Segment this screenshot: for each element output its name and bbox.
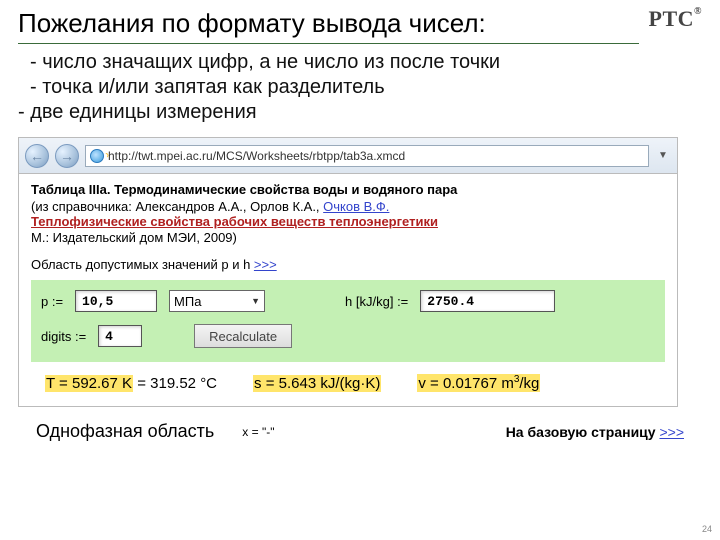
bullet-item: - две единицы измерения	[18, 100, 720, 125]
author-link[interactable]: Очков В.Ф.	[323, 199, 389, 214]
back-button[interactable]: ←	[25, 144, 49, 168]
input-panel: p := 10,5 МПа▼ h [kJ/kg] := 2750.4 digit…	[31, 280, 665, 362]
p-label: p :=	[41, 294, 63, 309]
document-title: Таблица IIIа. Термодинамические свойства…	[31, 182, 665, 197]
url-text: http://twt.mpei.ac.ru/MCS/Worksheets/rbt…	[108, 149, 405, 163]
publisher-text: М.: Издательский дом МЭИ, 2009)	[31, 230, 665, 245]
url-dropdown[interactable]: ▼	[655, 150, 671, 161]
url-field[interactable]: http://twt.mpei.ac.ru/MCS/Worksheets/rbt…	[85, 145, 649, 167]
page-title: Пожелания по формату вывода чисел:	[18, 8, 639, 43]
document-source: (из справочника: Александров А.А., Орлов…	[31, 199, 665, 214]
ptc-logo: PTC®	[649, 6, 702, 32]
result-T: T = 592.67 K = 319.52 °C	[45, 375, 217, 392]
home-link-row: На базовую страницу >>>	[506, 424, 684, 440]
valid-range-label: Область допустимых значений p и h	[31, 257, 254, 272]
valid-range-link[interactable]: >>>	[254, 257, 277, 272]
digits-input[interactable]: 4	[98, 325, 142, 347]
recalculate-button[interactable]: Recalculate	[194, 324, 292, 348]
result-v: v = 0.01767 m3/kg	[417, 374, 540, 392]
address-bar: ← → http://twt.mpei.ac.ru/MCS/Worksheets…	[19, 138, 677, 174]
unit-select[interactable]: МПа▼	[169, 290, 265, 312]
results-row: T = 592.67 K = 319.52 °C s = 5.643 kJ/(k…	[31, 374, 665, 392]
digits-label: digits :=	[41, 329, 86, 344]
page-number: 24	[702, 524, 712, 534]
p-input[interactable]: 10,5	[75, 290, 157, 312]
ie-icon	[90, 149, 104, 163]
bullet-item: - точка и/или запятая как разделитель	[18, 75, 720, 100]
home-link[interactable]: >>>	[659, 424, 684, 440]
phase-label: Однофазная область	[36, 421, 214, 442]
forward-button[interactable]: →	[55, 144, 79, 168]
bullet-list: - число значащих цифр, а не число из пос…	[0, 48, 720, 133]
result-s: s = 5.643 kJ/(kg·K)	[253, 375, 381, 392]
bullet-item: - число значащих цифр, а не число из пос…	[18, 50, 720, 75]
h-label: h [kJ/kg] :=	[345, 294, 408, 309]
browser-window: ← → http://twt.mpei.ac.ru/MCS/Worksheets…	[18, 137, 678, 407]
x-value: x = "-"	[242, 425, 274, 439]
book-title-link[interactable]: Теплофизические свойства рабочих веществ…	[31, 214, 438, 230]
h-input[interactable]: 2750.4	[420, 290, 555, 312]
